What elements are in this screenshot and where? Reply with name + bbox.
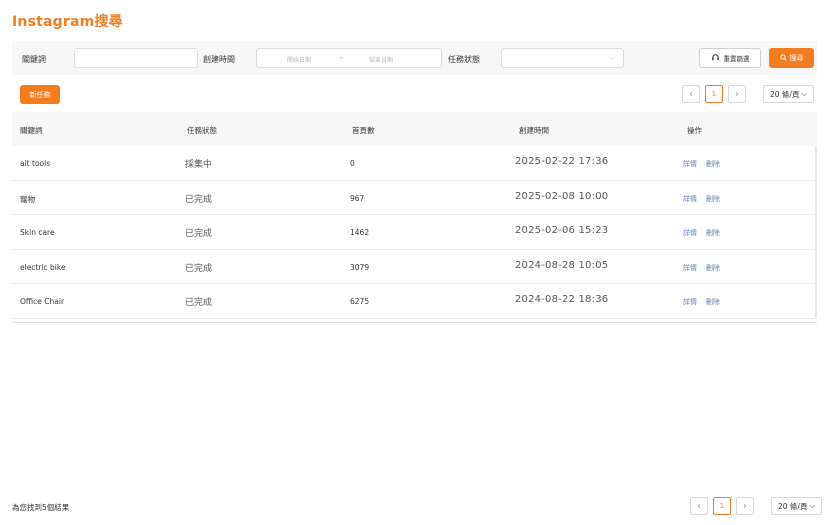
next-page-button[interactable]: › xyxy=(728,85,746,103)
column-header-status: 任務狀態 xyxy=(187,126,217,135)
cell-count: 3079 xyxy=(350,262,370,272)
detail-link[interactable]: 詳情 xyxy=(683,194,697,204)
status-label: 任務狀態 xyxy=(448,55,480,64)
cell-status: 已完成 xyxy=(185,194,213,205)
column-header-keyword: 關鍵詞 xyxy=(20,126,43,135)
table-row: 寵物 已完成 967 2025-02-08 10:00 詳情 刪除 xyxy=(12,181,817,215)
page-size-select[interactable]: 20 條/頁 ⌵ xyxy=(771,497,823,515)
detail-link[interactable]: 詳情 xyxy=(683,297,697,307)
page-size-value: 20 條/頁 xyxy=(778,501,808,511)
chevron-down-icon: ⌵ xyxy=(809,501,816,510)
column-header-count: 首頁數 xyxy=(352,126,375,135)
delete-link[interactable]: 刪除 xyxy=(706,159,720,169)
table-scrollbar[interactable] xyxy=(815,146,817,318)
keyword-input[interactable] xyxy=(74,48,198,68)
cell-count: 0 xyxy=(350,159,355,168)
cell-keyword: 寵物 xyxy=(20,194,35,204)
page-size-select[interactable]: 20 條/頁 ⌵ xyxy=(763,85,815,103)
delete-link[interactable]: 刪除 xyxy=(706,194,720,204)
cell-created: 2024-08-28 10:05 xyxy=(515,259,609,271)
reset-filters-label: 重置篩選 xyxy=(723,55,750,63)
detail-link[interactable]: 詳情 xyxy=(683,263,697,273)
prev-page-button[interactable]: ‹ xyxy=(682,85,700,103)
detail-link[interactable]: 詳情 xyxy=(683,159,697,169)
cell-status: 採集中 xyxy=(185,160,213,170)
date-range-picker[interactable]: 開始日期 - 結束日期 xyxy=(256,48,442,68)
task-table: 關鍵詞 任務狀態 首頁數 創建時間 操作 ait tools 採集中 0 202… xyxy=(12,112,817,323)
end-date-placeholder[interactable]: 結束日期 xyxy=(369,55,393,64)
new-task-button[interactable]: 新任務 xyxy=(20,85,60,104)
delete-link[interactable]: 刪除 xyxy=(706,297,720,307)
next-page-button[interactable]: › xyxy=(736,497,754,515)
cell-status: 已完成 xyxy=(185,229,213,239)
search-icon xyxy=(779,53,787,63)
column-header-actions: 操作 xyxy=(687,126,702,135)
column-header-created: 創建時間 xyxy=(519,126,549,135)
search-button[interactable]: 搜尋 xyxy=(769,48,814,68)
cell-created: 2025-02-22 17:36 xyxy=(515,156,609,167)
search-label: 搜尋 xyxy=(789,54,804,62)
current-page-button[interactable]: 1 xyxy=(713,497,731,515)
filter-bar: 關鍵詞 創建時間 開始日期 - 結束日期 任務狀態 ⌵ 重置篩選 搜尋 xyxy=(12,41,817,75)
cell-status: 已完成 xyxy=(185,298,213,308)
result-count-text: 為您找到5個結果 xyxy=(12,503,70,512)
cell-created: 2025-02-08 10:00 xyxy=(515,190,609,202)
prev-page-button[interactable]: ‹ xyxy=(690,497,708,515)
status-select[interactable]: ⌵ xyxy=(501,48,624,68)
headset-icon xyxy=(711,53,720,64)
reset-filters-button[interactable]: 重置篩選 xyxy=(699,48,761,68)
table-row: ait tools 採集中 0 2025-02-22 17:36 詳情 刪除 xyxy=(12,146,817,181)
cell-created: 2025-02-06 15:23 xyxy=(515,225,609,236)
cell-count: 6275 xyxy=(350,297,370,306)
cell-count: 1462 xyxy=(350,228,370,237)
current-page-button[interactable]: 1 xyxy=(705,85,723,103)
table-bottom-border xyxy=(12,319,817,323)
chevron-down-icon: ⌵ xyxy=(801,89,808,98)
created-time-label: 創建時間 xyxy=(203,55,235,64)
cell-count: 967 xyxy=(350,193,365,203)
page-size-value: 20 條/頁 xyxy=(770,89,800,99)
cell-keyword: electric bike xyxy=(20,262,66,272)
cell-keyword: ait tools xyxy=(20,159,51,168)
chevron-down-icon: ⌵ xyxy=(608,53,615,62)
table-row: Skin care 已完成 1462 2025-02-06 15:23 詳情 刪… xyxy=(12,215,817,250)
keyword-label: 關鍵詞 xyxy=(22,55,46,64)
table-header: 關鍵詞 任務狀態 首頁數 創建時間 操作 xyxy=(12,112,817,146)
page-title: Instagram搜尋 xyxy=(12,14,123,30)
delete-link[interactable]: 刪除 xyxy=(706,263,720,273)
detail-link[interactable]: 詳情 xyxy=(683,228,697,238)
cell-status: 已完成 xyxy=(185,263,213,274)
cell-created: 2024-08-22 18:36 xyxy=(515,294,609,305)
cell-keyword: Office Chair xyxy=(20,297,65,306)
pagination-bottom: ‹ 1 › 20 條/頁 ⌵ xyxy=(690,497,823,515)
start-date-placeholder[interactable]: 開始日期 xyxy=(287,55,311,64)
date-separator: - xyxy=(340,53,343,62)
table-row: electric bike 已完成 3079 2024-08-28 10:05 … xyxy=(12,250,817,284)
delete-link[interactable]: 刪除 xyxy=(706,228,720,238)
pagination-top: ‹ 1 › 20 條/頁 ⌵ xyxy=(682,85,815,103)
cell-keyword: Skin care xyxy=(20,228,55,237)
table-row: Office Chair 已完成 6275 2024-08-22 18:36 詳… xyxy=(12,284,817,319)
